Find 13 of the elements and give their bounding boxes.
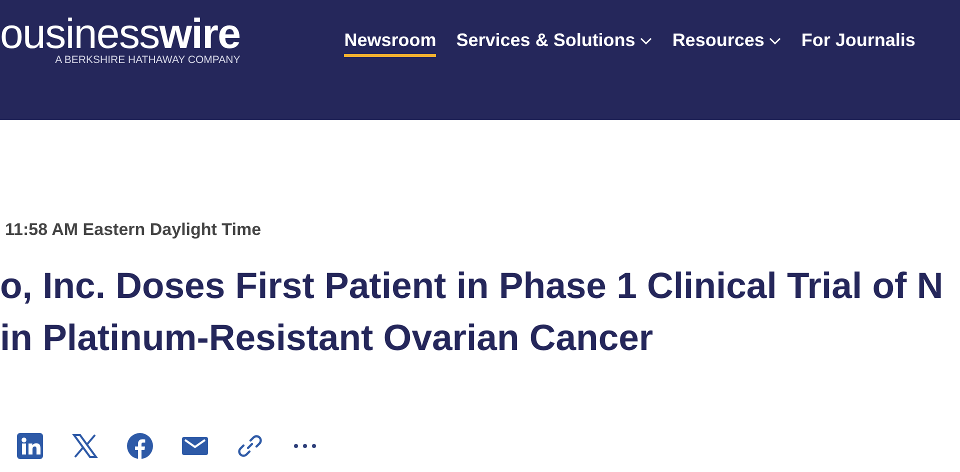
linkedin-icon[interactable] xyxy=(17,433,43,459)
article-title: o, Inc. Doses First Patient in Phase 1 Clinical Trial of N xyxy=(0,264,944,308)
nav-link[interactable]: Resources xyxy=(672,29,782,57)
article-title: in Platinum-Resistant Ovarian Cancer xyxy=(0,316,654,360)
nav-link[interactable]: Newsroom xyxy=(344,29,436,57)
facebook-icon[interactable] xyxy=(127,433,153,459)
x-icon[interactable] xyxy=(72,433,98,459)
timestamp: 11:58 AM Eastern Daylight Time xyxy=(5,220,262,240)
site-logo[interactable]: ousinesswire xyxy=(0,14,240,54)
link-icon[interactable] xyxy=(237,433,263,459)
nav-link[interactable]: For Journalis xyxy=(801,29,916,57)
nav-link[interactable]: Services & Solutions xyxy=(456,29,652,57)
logo-tagline: A BERKSHIRE HATHAWAY COMPANY xyxy=(55,54,240,66)
